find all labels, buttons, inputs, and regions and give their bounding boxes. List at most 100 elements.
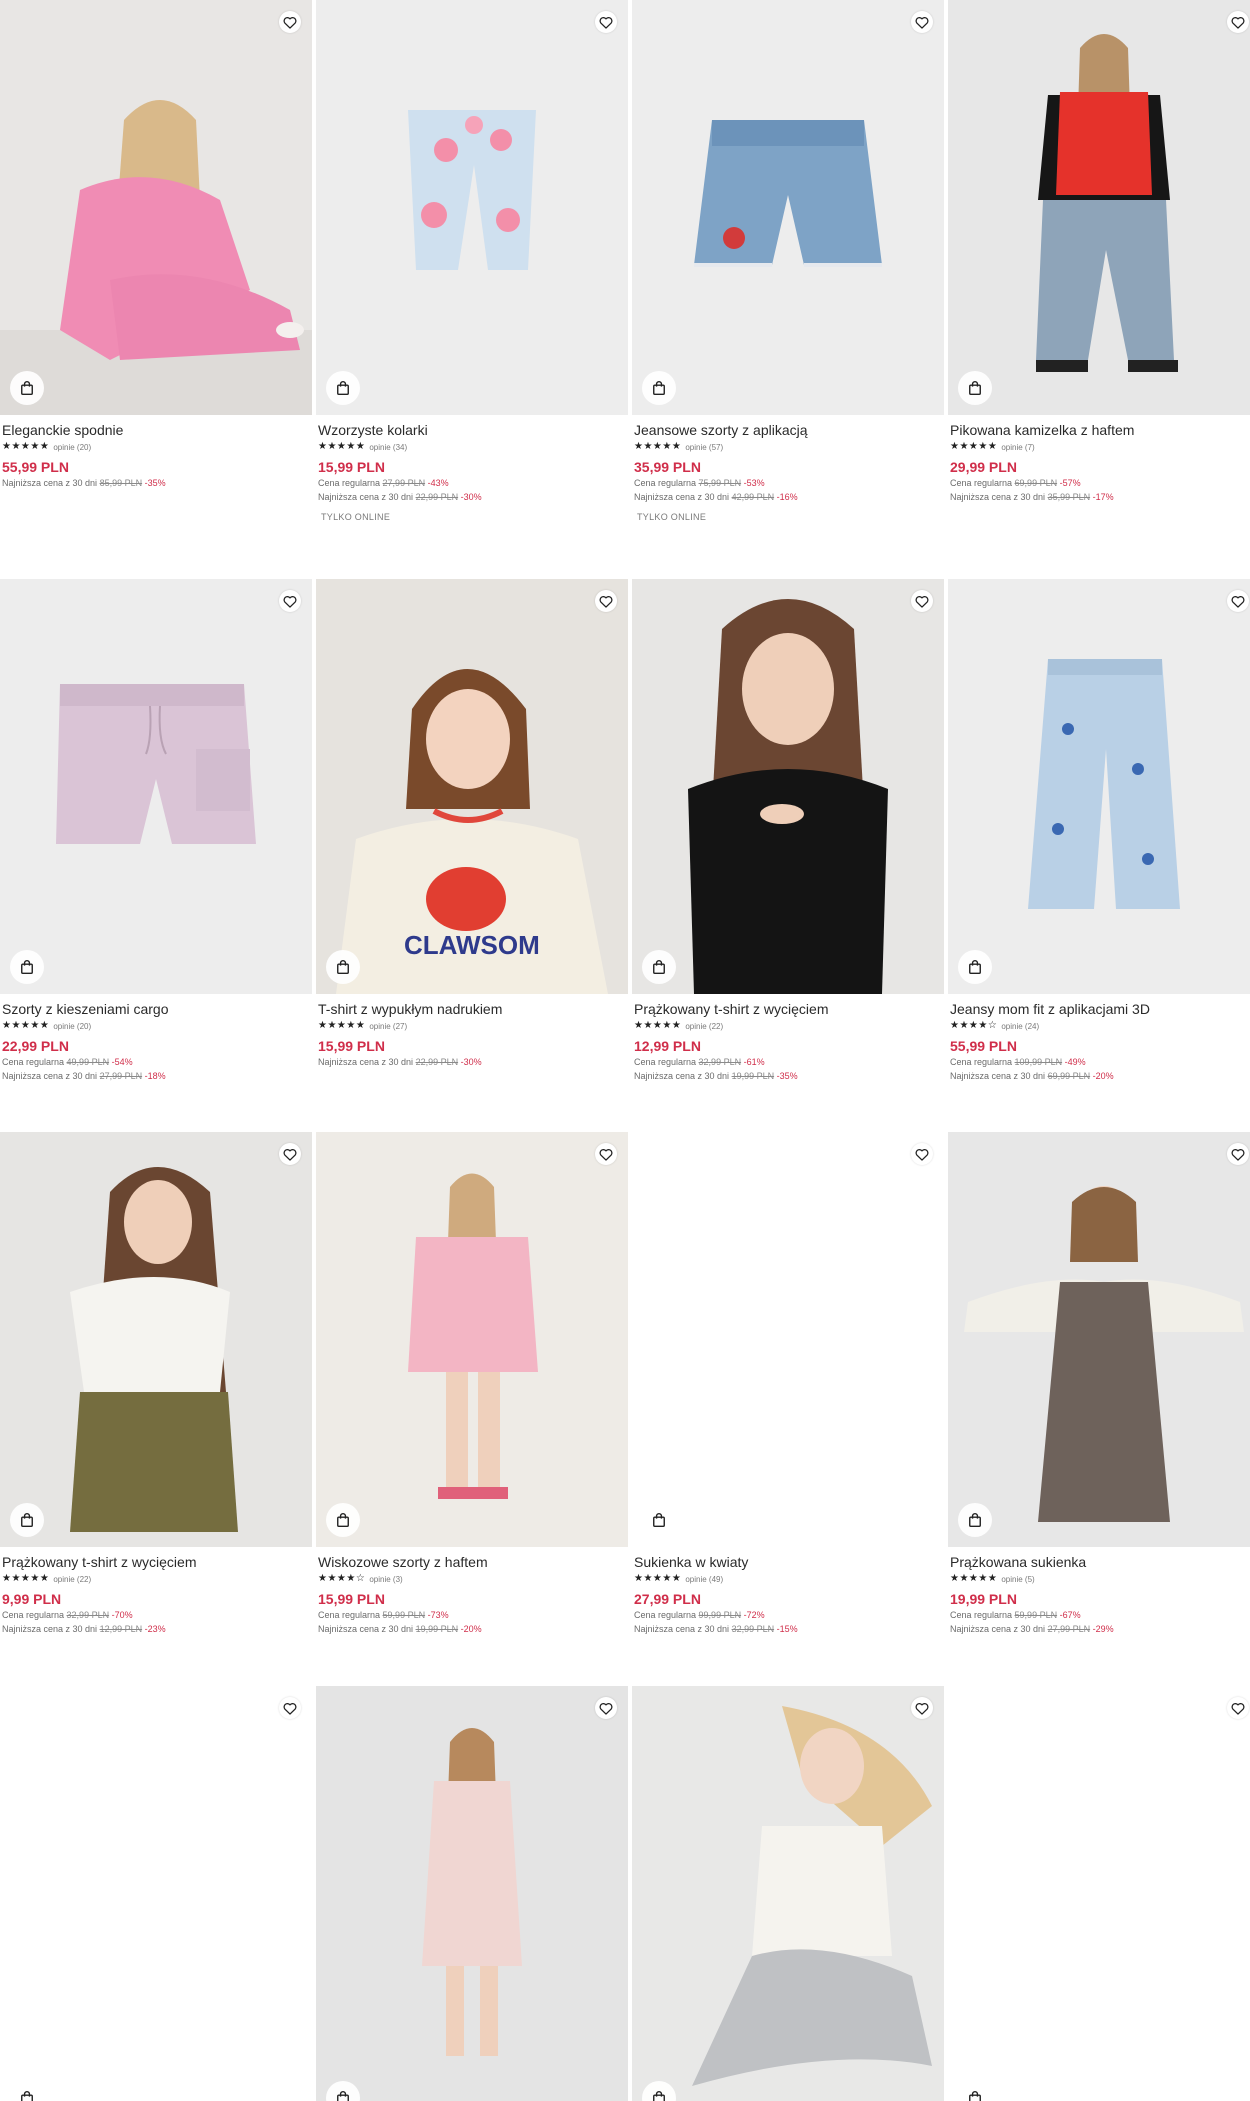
- heart-icon[interactable]: [911, 1697, 933, 1719]
- product-card[interactable]: Prążkowany t-shirt z wycięciem ★★★★★ opini…: [632, 579, 944, 1083]
- star-rating-icon: ★★★★★: [2, 1020, 50, 1031]
- product-card[interactable]: Prążkowany t-shirt z wycięciem ★★★★★ opini…: [0, 1132, 312, 1636]
- regular-price: Cena regularna 69,99 PLN -57%: [950, 478, 1081, 488]
- review-count: opinie (27): [369, 1021, 408, 1031]
- product-name[interactable]: Sukienka w kwiaty: [634, 1553, 942, 1571]
- heart-icon[interactable]: [595, 11, 617, 33]
- product-card[interactable]: Jeansy mom fit z aplikacjami 3D ★★★★☆ opin…: [948, 579, 1250, 1083]
- product-rating: ★★★★★ opinie (20): [2, 1020, 310, 1032]
- regular-price: Cena regularna 27,99 PLN -43%: [318, 478, 449, 488]
- product-price: 15,99 PLN: [318, 1591, 385, 1607]
- product-price: 55,99 PLN: [2, 459, 69, 475]
- shopping-bag-icon[interactable]: [958, 1503, 992, 1537]
- product-image[interactable]: [316, 1686, 628, 2101]
- product-name[interactable]: T-shirt z wypukłym nadrukiem: [318, 1000, 626, 1018]
- shopping-bag-icon[interactable]: [642, 1503, 676, 1537]
- product-image[interactable]: [0, 579, 312, 994]
- product-card[interactable]: Jeansowe szorty z aplikacją ★★★★★ opinie (…: [632, 0, 944, 522]
- shopping-bag-icon[interactable]: [642, 950, 676, 984]
- product-image[interactable]: [632, 1132, 944, 1547]
- product-name[interactable]: Szorty z kieszeniami cargo: [2, 1000, 310, 1018]
- product-name[interactable]: Prążkowany t-shirt z wycięciem: [634, 1000, 942, 1018]
- lowest-price-30-days: Najniższa cena z 30 dni 85,99 PLN -35%: [2, 478, 166, 488]
- product-card[interactable]: Eleganckie spodnie ★★★★★ opinie (20) 55,99 …: [0, 0, 312, 490]
- product-name[interactable]: Prążkowana sukienka: [950, 1553, 1250, 1571]
- product-name[interactable]: Jeansowe szorty z aplikacją: [634, 421, 942, 439]
- product-card[interactable]: Wzorzyste kolarki ★★★★★ opinie (34) 15,99 P…: [316, 0, 628, 522]
- product-price: 12,99 PLN: [634, 1038, 701, 1054]
- product-image[interactable]: [948, 1132, 1250, 1547]
- product-name[interactable]: Wzorzyste kolarki: [318, 421, 626, 439]
- product-image[interactable]: [632, 1686, 944, 2101]
- shopping-bag-icon[interactable]: [10, 2081, 44, 2101]
- product-info: Prążkowany t-shirt z wycięciem ★★★★★ opini…: [0, 1547, 312, 1636]
- shopping-bag-icon[interactable]: [958, 2081, 992, 2101]
- product-name[interactable]: Jeansy mom fit z aplikacjami 3D: [950, 1000, 1250, 1018]
- product-image[interactable]: CLAWSOM: [316, 579, 628, 994]
- product-card[interactable]: Prążkowana sukienka ★★★★★ opinie (5) 19,99 …: [948, 1132, 1250, 1636]
- product-image[interactable]: [632, 0, 944, 415]
- product-info: Prążkowany t-shirt z wycięciem ★★★★★ opini…: [632, 994, 944, 1083]
- heart-icon[interactable]: [1227, 1697, 1249, 1719]
- shopping-bag-icon[interactable]: [10, 1503, 44, 1537]
- heart-icon[interactable]: [595, 590, 617, 612]
- heart-icon[interactable]: [279, 590, 301, 612]
- product-card[interactable]: [0, 1686, 312, 2101]
- product-image[interactable]: [0, 1132, 312, 1547]
- product-image[interactable]: [948, 579, 1250, 994]
- heart-icon[interactable]: [1227, 590, 1249, 612]
- product-image[interactable]: [0, 1686, 312, 2101]
- heart-icon[interactable]: [1227, 11, 1249, 33]
- product-image[interactable]: [948, 1686, 1250, 2101]
- product-card[interactable]: CLAWSOM T-shirt z wypukłym nadrukiem ★★★★★…: [316, 579, 628, 1069]
- shopping-bag-icon[interactable]: [326, 950, 360, 984]
- shopping-bag-icon[interactable]: [958, 371, 992, 405]
- product-name[interactable]: Pikowana kamizelka z haftem: [950, 421, 1250, 439]
- product-rating: ★★★★★ opinie (22): [2, 1573, 310, 1585]
- heart-icon[interactable]: [595, 1143, 617, 1165]
- product-card[interactable]: Szorty z kieszeniami cargo ★★★★★ opinie (2…: [0, 579, 312, 1083]
- review-count: opinie (20): [53, 1021, 92, 1031]
- product-image[interactable]: [316, 1132, 628, 1547]
- product-name[interactable]: Wiskozowe szorty z haftem: [318, 1553, 626, 1571]
- shopping-bag-icon[interactable]: [10, 371, 44, 405]
- product-image[interactable]: [632, 579, 944, 994]
- star-rating-icon: ★★★★★: [634, 1573, 682, 1584]
- product-info: Wzorzyste kolarki ★★★★★ opinie (34) 15,99 P…: [316, 415, 628, 522]
- product-name[interactable]: Eleganckie spodnie: [2, 421, 310, 439]
- lowest-price-30-days: Najniższa cena z 30 dni 19,99 PLN -20%: [318, 1624, 482, 1634]
- star-rating-icon: ★★★★☆: [950, 1020, 998, 1031]
- heart-icon[interactable]: [911, 11, 933, 33]
- product-price: 29,99 PLN: [950, 459, 1017, 475]
- product-card[interactable]: [632, 1686, 944, 2101]
- heart-icon[interactable]: [911, 1143, 933, 1165]
- shopping-bag-icon[interactable]: [642, 371, 676, 405]
- heart-icon[interactable]: [279, 1697, 301, 1719]
- shopping-bag-icon[interactable]: [958, 950, 992, 984]
- product-image[interactable]: [316, 0, 628, 415]
- lowest-price-30-days: Najniższa cena z 30 dni 42,99 PLN -16%: [634, 492, 798, 502]
- heart-icon[interactable]: [595, 1697, 617, 1719]
- product-rating: ★★★★★ opinie (27): [318, 1020, 626, 1032]
- heart-icon[interactable]: [279, 1143, 301, 1165]
- product-card[interactable]: [948, 1686, 1250, 2101]
- heart-icon[interactable]: [1227, 1143, 1249, 1165]
- product-card[interactable]: Pikowana kamizelka z haftem ★★★★★ opinie (…: [948, 0, 1250, 504]
- heart-icon[interactable]: [911, 590, 933, 612]
- product-image[interactable]: [0, 0, 312, 415]
- star-rating-icon: ★★★★★: [2, 1573, 50, 1584]
- product-image[interactable]: [948, 0, 1250, 415]
- shopping-bag-icon[interactable]: [326, 1503, 360, 1537]
- online-only-badge: TYLKO ONLINE: [637, 512, 707, 522]
- heart-icon[interactable]: [279, 11, 301, 33]
- review-count: opinie (3): [369, 1574, 403, 1584]
- product-card[interactable]: Wiskozowe szorty z haftem ★★★★☆ opinie (3)…: [316, 1132, 628, 1636]
- product-info: Pikowana kamizelka z haftem ★★★★★ opinie (…: [948, 415, 1250, 504]
- review-count: opinie (7): [1001, 442, 1035, 452]
- product-name[interactable]: Prążkowany t-shirt z wycięciem: [2, 1553, 310, 1571]
- shopping-bag-icon[interactable]: [326, 371, 360, 405]
- shopping-bag-icon[interactable]: [10, 950, 44, 984]
- review-count: opinie (22): [53, 1574, 92, 1584]
- product-card[interactable]: [316, 1686, 628, 2101]
- product-card[interactable]: Sukienka w kwiaty ★★★★★ opinie (49) 27,99 P…: [632, 1132, 944, 1636]
